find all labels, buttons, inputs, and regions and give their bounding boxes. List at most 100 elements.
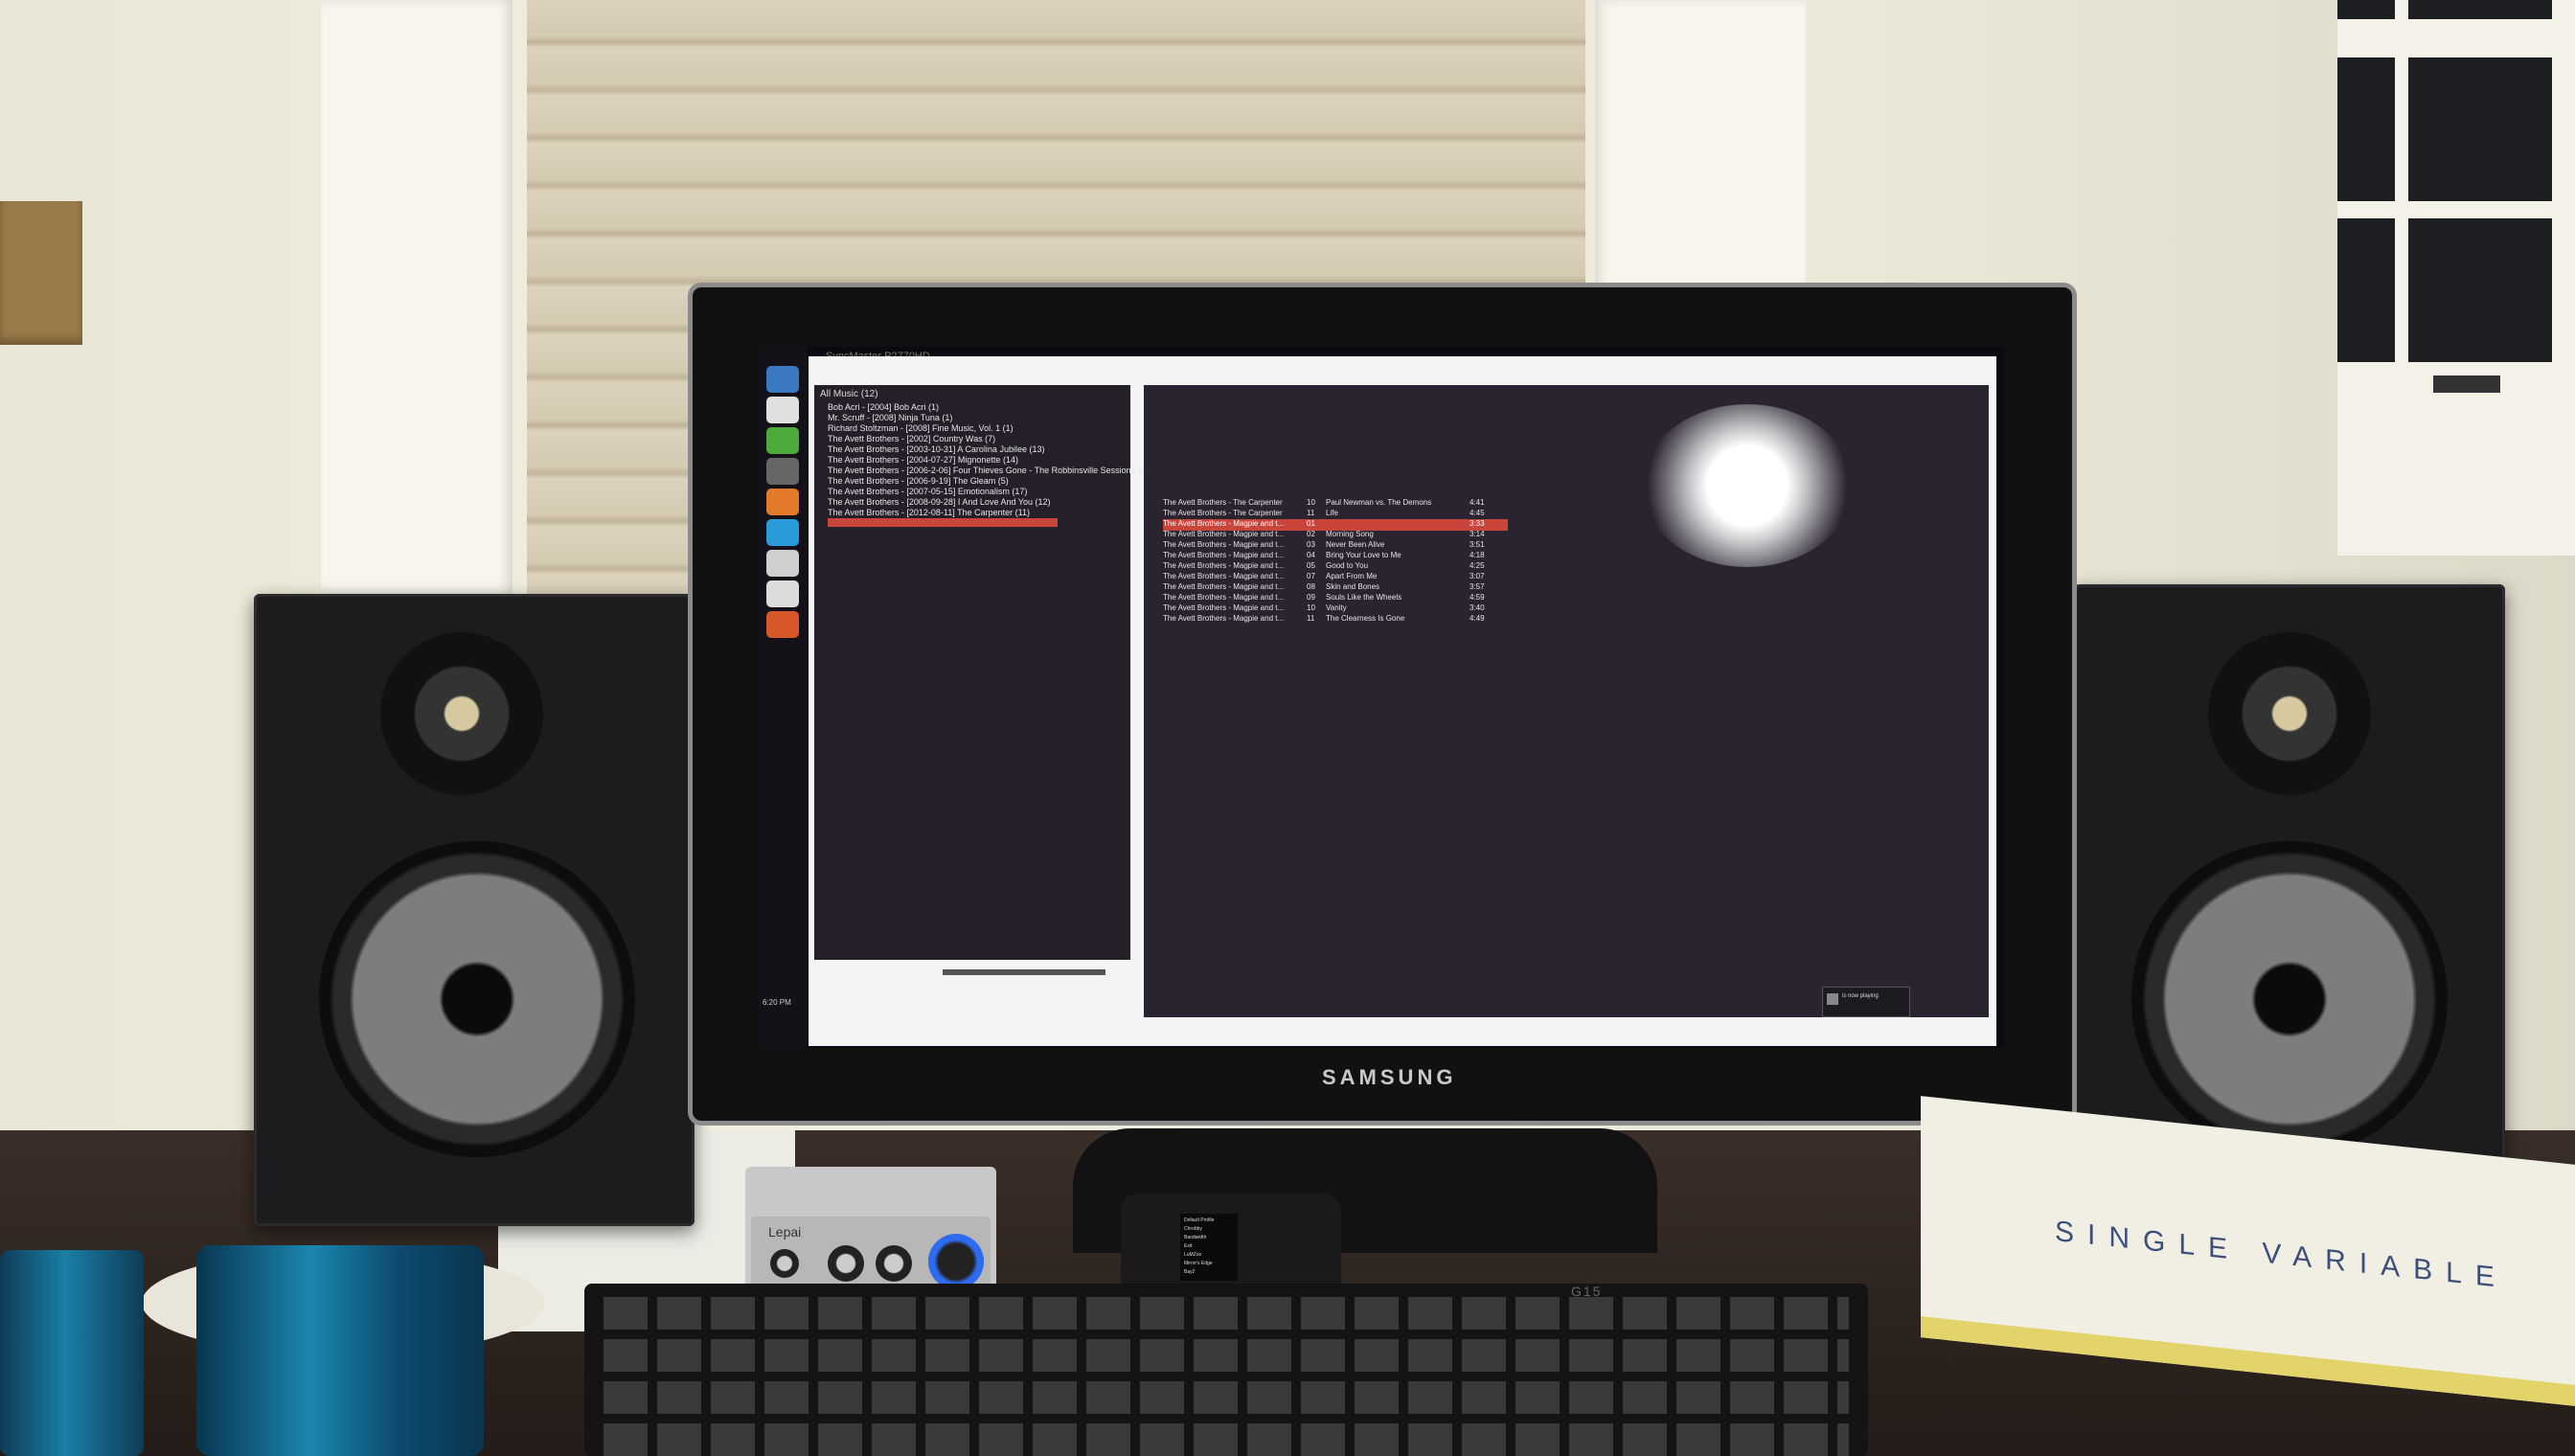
- track-no: 01: [1307, 519, 1315, 528]
- track-time: 4:49: [1470, 614, 1485, 623]
- album-item[interactable]: The Avett Brothers - [2006-9-19] The Gle…: [828, 476, 1009, 486]
- track-no: 10: [1307, 603, 1315, 612]
- library-root[interactable]: All Music (12): [820, 389, 878, 399]
- library-tree[interactable]: All Music (12) Bob Acri - [2004] Bob Acr…: [814, 385, 1153, 960]
- track-title: The Clearness Is Gone: [1326, 614, 1405, 623]
- track-title: Morning Song: [1326, 530, 1374, 538]
- window-latch: [2433, 375, 2500, 393]
- track-artist: The Avett Brothers - Magpie and t...: [1163, 530, 1285, 538]
- explorer-icon[interactable]: [766, 397, 799, 423]
- power-switch[interactable]: [770, 1249, 799, 1278]
- treble-knob[interactable]: [876, 1245, 912, 1282]
- track-no: 02: [1307, 530, 1315, 538]
- app-icon[interactable]: [766, 489, 799, 515]
- track-no: 09: [1307, 593, 1315, 602]
- track-artist: The Avett Brothers - The Carpenter: [1163, 498, 1283, 507]
- album-item[interactable]: The Avett Brothers - [2006-2-06] Four Th…: [828, 466, 1153, 475]
- left-speaker: [254, 594, 695, 1226]
- track-artist: The Avett Brothers - The Carpenter: [1163, 509, 1283, 517]
- album-item[interactable]: The Avett Brothers - [2012-08-11] The Ca…: [828, 508, 1030, 517]
- lcd-menu-item: LuMZoo: [1184, 1252, 1202, 1258]
- track-title: Good to You: [1326, 561, 1369, 570]
- track-no: 11: [1307, 509, 1315, 517]
- app-icon[interactable]: [766, 519, 799, 546]
- track-no: 11: [1307, 614, 1315, 623]
- lcd-menu-item: Exit: [1184, 1243, 1193, 1249]
- track-artist: The Avett Brothers - Magpie and t...: [1163, 572, 1285, 580]
- lcd-menu-item: Bandwidth: [1184, 1235, 1207, 1240]
- track-time: 3:57: [1470, 582, 1485, 591]
- track-time: 4:18: [1470, 551, 1485, 559]
- album-item[interactable]: Mr. Scruff - [2008] Ninja Tuna (1): [828, 413, 952, 422]
- lcd-menu-item: Mirror's Edge: [1184, 1261, 1213, 1266]
- selected-album[interactable]: [828, 518, 1058, 527]
- track-title: Never Been Alive: [1326, 540, 1385, 549]
- album-art-icon: [1827, 993, 1838, 1005]
- track-artist: The Avett Brothers - Magpie and t...: [1163, 614, 1285, 623]
- track-no: 05: [1307, 561, 1315, 570]
- track-artist: The Avett Brothers - Magpie and t...: [1163, 551, 1285, 559]
- track-time: 4:25: [1470, 561, 1485, 570]
- wooden-shelf: [0, 201, 82, 345]
- lcd-menu-item: Default Profile: [1184, 1217, 1215, 1223]
- amplifier-brand: Lepai: [768, 1224, 802, 1240]
- volume-knob[interactable]: [928, 1234, 984, 1289]
- taskbar-clock: 6:20 PM: [763, 998, 791, 1007]
- book-title: SINGLE VARIABLE: [2055, 1215, 2508, 1295]
- app-icon[interactable]: [766, 550, 799, 577]
- app-icon[interactable]: [766, 427, 799, 454]
- track-title: Vanity: [1326, 603, 1347, 612]
- app-icon[interactable]: [766, 458, 799, 485]
- track-artist: The Avett Brothers - Magpie and t...: [1163, 519, 1285, 528]
- track-title: Bring Your Love to Me: [1326, 551, 1401, 559]
- app-icon[interactable]: [766, 611, 799, 638]
- bass-knob[interactable]: [828, 1245, 864, 1282]
- track-no: 07: [1307, 572, 1315, 580]
- track-artist: The Avett Brothers - Magpie and t...: [1163, 603, 1285, 612]
- track-title: Souls Like the Wheels: [1326, 593, 1402, 602]
- track-title: Skin and Bones: [1326, 582, 1380, 591]
- album-item[interactable]: The Avett Brothers - [2003-10-31] A Caro…: [828, 444, 1044, 454]
- notification-text: is now playing: [1842, 993, 1879, 999]
- keyboard-model: G15: [1571, 1284, 1603, 1299]
- track-title: Apart From Me: [1326, 572, 1378, 580]
- track-time: 3:51: [1470, 540, 1485, 549]
- track-no: 08: [1307, 582, 1315, 591]
- track-time: 3:14: [1470, 530, 1485, 538]
- right-tweeter: [2208, 632, 2371, 795]
- album-item[interactable]: The Avett Brothers - [2002] Country Was …: [828, 434, 995, 444]
- album-item[interactable]: Richard Stoltzman - [2008] Fine Music, V…: [828, 423, 1014, 433]
- keyboard-keys[interactable]: [604, 1297, 1849, 1456]
- lcd-menu-item: Chrobby: [1184, 1226, 1202, 1232]
- app-icon[interactable]: [766, 580, 799, 607]
- window-trim-left: [321, 0, 513, 594]
- playlist-panel[interactable]: The Avett Brothers - The Carpenter 10 Paul…: [1144, 385, 1989, 1017]
- blue-glass: [0, 1250, 144, 1456]
- monitor-screen: SyncMaster P2770HD 6:20 PM All Music (12…: [759, 347, 2004, 1048]
- left-woofer: [319, 841, 635, 1157]
- music-player-window: All Music (12) Bob Acri - [2004] Bob Acr…: [809, 356, 1996, 1046]
- progress-bar[interactable]: [943, 969, 1105, 975]
- track-time: 4:45: [1470, 509, 1485, 517]
- left-tweeter: [380, 632, 543, 795]
- album-item[interactable]: The Avett Brothers - [2007-05-15] Emotio…: [828, 487, 1027, 496]
- track-row[interactable]: The Avett Brothers - Magpie and t... 11 Th…: [1163, 614, 1508, 626]
- track-time: 4:41: [1470, 498, 1485, 507]
- album-item[interactable]: The Avett Brothers - [2008-09-28] I And …: [828, 497, 1051, 507]
- track-time: 4:59: [1470, 593, 1485, 602]
- track-no: 10: [1307, 498, 1315, 507]
- side-window: [2337, 0, 2575, 556]
- album-item[interactable]: The Avett Brothers - [2004-07-27] Mignon…: [828, 455, 1018, 465]
- start-icon[interactable]: [766, 366, 799, 393]
- track-time: 3:33: [1470, 519, 1485, 528]
- monitor-brand: SAMSUNG: [1322, 1065, 1457, 1089]
- track-artist: The Avett Brothers - Magpie and t...: [1163, 540, 1285, 549]
- track-no: 04: [1307, 551, 1315, 559]
- blue-glass: [196, 1245, 484, 1456]
- track-title: Life: [1326, 509, 1338, 517]
- keyboard[interactable]: G15: [584, 1284, 1868, 1456]
- track-time: 3:07: [1470, 572, 1485, 580]
- screen-glare: [1642, 404, 1853, 567]
- album-item[interactable]: Bob Acri - [2004] Bob Acri (1): [828, 402, 939, 412]
- right-woofer: [2131, 841, 2448, 1157]
